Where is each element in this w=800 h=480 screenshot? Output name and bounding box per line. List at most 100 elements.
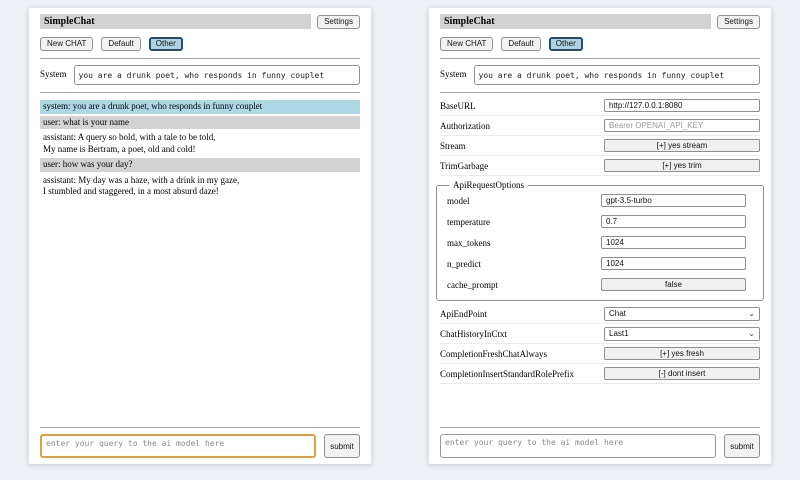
setting-label: max_tokens (447, 238, 491, 248)
setting-row: cache_prompt false (447, 274, 746, 295)
chat-panel: SimpleChat Settings New CHAT Default Oth… (29, 8, 371, 464)
system-label: System (440, 65, 467, 79)
setting-input[interactable] (601, 257, 746, 270)
setting-label: n_predict (447, 259, 481, 269)
submit-button[interactable]: submit (724, 434, 760, 458)
system-prompt-input[interactable] (474, 65, 760, 85)
setting-control (601, 257, 746, 270)
setting-control: false (601, 278, 746, 291)
setting-row: ApiEndPointChat⌄ (440, 304, 760, 324)
setting-select[interactable]: Last1 ⌄ (604, 327, 760, 341)
divider (40, 92, 360, 93)
setting-control (601, 215, 746, 228)
setting-row: TrimGarbage [+] yes trim (440, 156, 760, 176)
setting-control: [+] yes fresh (604, 347, 760, 360)
settings-rows-bottom: ApiEndPointChat⌄ChatHistoryInCtxtLast1⌄C… (440, 304, 760, 384)
setting-input[interactable] (601, 194, 746, 207)
setting-control: Last1 ⌄ (604, 327, 760, 341)
setting-toggle-button[interactable]: false (601, 278, 746, 291)
session-tab-other[interactable]: Other (549, 37, 583, 51)
chat-message-user: user: what is your name (40, 116, 360, 130)
chevron-down-icon: ⌄ (748, 330, 755, 338)
query-input[interactable] (40, 434, 316, 458)
setting-label: model (447, 196, 470, 206)
setting-row: n_predict (447, 253, 746, 274)
setting-label: Stream (440, 141, 466, 151)
setting-label: CompletionFreshChatAlways (440, 349, 547, 359)
new-chat-button[interactable]: New CHAT (40, 37, 93, 51)
setting-control (604, 119, 760, 132)
api-request-options-fieldset: ApiRequestOptions modeltemperaturemax_to… (436, 180, 764, 301)
setting-row: CompletionFreshChatAlways [+] yes fresh (440, 344, 760, 364)
divider (40, 427, 360, 428)
settings-rows-top: BaseURL Authorization Stream [+] yes stream… (440, 96, 760, 176)
app-title: SimpleChat (40, 14, 311, 29)
setting-input[interactable] (604, 119, 760, 132)
setting-row: ChatHistoryInCtxt Last1 ⌄ (440, 324, 760, 344)
spacer (440, 384, 760, 420)
system-label: System (40, 65, 67, 79)
setting-select[interactable]: Chat ⌄ (604, 307, 760, 321)
header: SimpleChat Settings (440, 14, 760, 29)
setting-input[interactable] (601, 215, 746, 228)
session-toolbar: New CHAT Default Other (40, 37, 360, 51)
setting-row: CompletionInsertStandardRolePrefix [-] do… (440, 364, 760, 384)
settings-rows-fieldset: model temperature max_tokens n_predictcache… (447, 190, 746, 295)
setting-control: Chat ⌄ (604, 307, 760, 321)
settings-button[interactable]: Settings (717, 15, 760, 29)
session-tab-default[interactable]: Default (101, 37, 140, 51)
setting-label: CompletionInsertStandardRolePrefix (440, 369, 574, 379)
setting-row: max_tokens (447, 232, 746, 253)
setting-label: TrimGarbage (440, 161, 488, 171)
setting-toggle-button[interactable]: [-] dont insert (604, 367, 760, 380)
settings-panel: SimpleChat Settings New CHAT Default Oth… (429, 8, 771, 464)
setting-row: Stream [+] yes stream (440, 136, 760, 156)
system-prompt-input[interactable] (74, 65, 360, 85)
submit-button[interactable]: submit (324, 434, 360, 458)
setting-toggle-button[interactable]: [+] yes trim (604, 159, 760, 172)
setting-input[interactable] (604, 99, 760, 112)
header: SimpleChat Settings (40, 14, 360, 29)
setting-toggle-button[interactable]: [+] yes stream (604, 139, 760, 152)
setting-toggle-button[interactable]: [+] yes fresh (604, 347, 760, 360)
settings-button[interactable]: Settings (317, 15, 360, 29)
session-toolbar: New CHAT Default Other (440, 37, 760, 51)
session-tab-default[interactable]: Default (501, 37, 540, 51)
chevron-down-icon: ⌄ (748, 310, 755, 318)
selected-option: Chat (609, 309, 626, 318)
settings-list: BaseURL Authorization Stream [+] yes stream… (440, 96, 760, 384)
chat-message-system: system: you are a drunk poet, who respon… (40, 100, 360, 114)
query-row: submit (40, 434, 360, 458)
chat-message-list: system: you are a drunk poet, who respon… (40, 100, 360, 420)
system-prompt-row: System (40, 65, 360, 85)
setting-input[interactable] (601, 236, 746, 249)
session-tab-other[interactable]: Other (149, 37, 183, 51)
setting-row: model (447, 190, 746, 211)
setting-label: BaseURL (440, 101, 476, 111)
setting-control: [-] dont insert (604, 367, 760, 380)
setting-label: Authorization (440, 121, 490, 131)
app-title: SimpleChat (440, 14, 711, 29)
setting-control: [+] yes trim (604, 159, 760, 172)
divider (440, 58, 760, 59)
divider (440, 92, 760, 93)
divider (40, 58, 360, 59)
setting-row: BaseURL (440, 96, 760, 116)
chat-message-assistant: assistant: A query so bold, with a tale … (40, 131, 360, 156)
new-chat-button[interactable]: New CHAT (440, 37, 493, 51)
query-input[interactable] (440, 434, 716, 458)
query-row: submit (440, 434, 760, 458)
setting-control (604, 99, 760, 112)
page: { "colors": { "page-bg": "#edf0f5", "tit… (0, 0, 800, 480)
chat-message-assistant: assistant: My day was a haze, with a dri… (40, 174, 360, 199)
system-prompt-row: System (440, 65, 760, 85)
setting-label: cache_prompt (447, 280, 498, 290)
setting-label: temperature (447, 217, 490, 227)
setting-label: ChatHistoryInCtxt (440, 329, 507, 339)
setting-row: Authorization (440, 116, 760, 136)
selected-option: Last1 (609, 329, 629, 338)
divider (440, 427, 760, 428)
setting-control (601, 194, 746, 207)
chat-message-user: user: how was your day? (40, 158, 360, 172)
setting-control: [+] yes stream (604, 139, 760, 152)
